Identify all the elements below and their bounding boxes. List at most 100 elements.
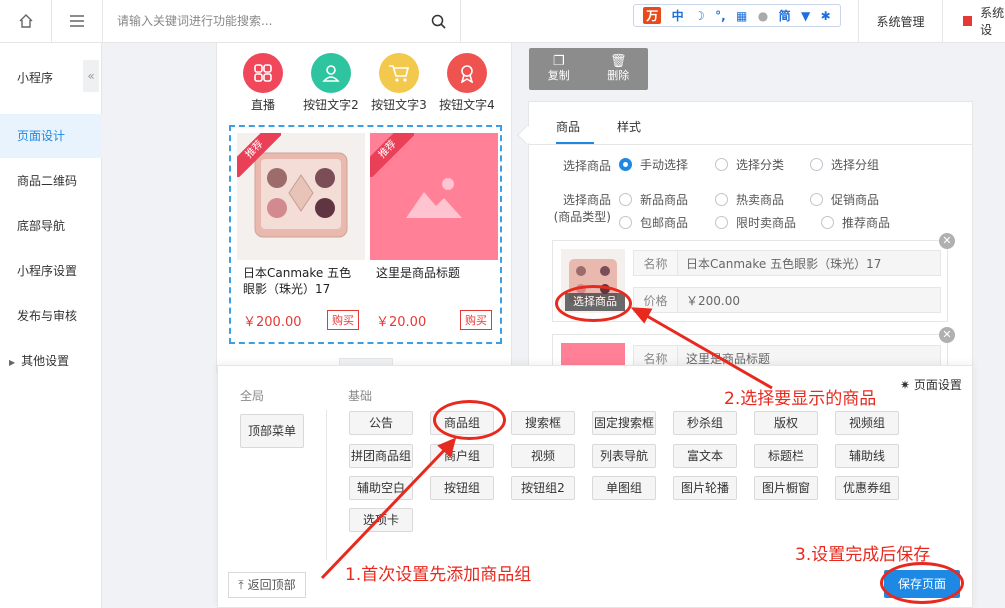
component-video[interactable]: 视频 bbox=[511, 444, 575, 468]
live-button-label: 直播 bbox=[250, 98, 275, 112]
back-to-top-label: 返回顶部 bbox=[247, 578, 296, 592]
goods-name-field[interactable]: 日本Canmake 五色眼影（珠光）17 bbox=[677, 250, 941, 276]
goods-price-field[interactable]: ￥200.00 bbox=[677, 287, 941, 313]
collapse-sidebar-button[interactable]: « bbox=[83, 60, 99, 92]
radio-free-shipping-goods[interactable]: 包邮商品 bbox=[619, 214, 688, 231]
radio-select-group[interactable]: 选择分组 bbox=[810, 156, 879, 173]
sidebar-item-page-design[interactable]: 页面设计 bbox=[0, 114, 102, 158]
hamburger-icon bbox=[70, 15, 84, 27]
component-notice[interactable]: 公告 bbox=[349, 411, 413, 435]
delete-button[interactable]: 🗑︎ 删除 bbox=[607, 55, 629, 83]
component-title-bar[interactable]: 标题栏 bbox=[754, 444, 818, 468]
system-settings-link[interactable]: 系统设 bbox=[943, 0, 1005, 42]
radio-limited-time-goods[interactable]: 限时卖商品 bbox=[715, 214, 796, 231]
recommend-badge: 推荐 bbox=[237, 133, 281, 177]
sidebar-item-miniapp-settings[interactable]: 小程序设置 bbox=[0, 249, 102, 293]
home-icon bbox=[19, 14, 32, 28]
button-text-2-label: 按钮文字2 bbox=[303, 98, 359, 112]
component-merchant-group[interactable]: 商户组 bbox=[430, 444, 494, 468]
component-image-carousel[interactable]: 图片轮播 bbox=[673, 476, 737, 500]
system-management-link[interactable]: 系统管理 bbox=[858, 0, 943, 42]
block-actions-toolbar: ❐ 复制 🗑︎ 删除 bbox=[529, 48, 648, 90]
component-search-box[interactable]: 搜索框 bbox=[511, 411, 575, 435]
cart-icon[interactable] bbox=[379, 53, 419, 93]
sidebar-item-bottom-nav[interactable]: 底部导航 bbox=[0, 204, 102, 248]
keyboard-icon[interactable]: ▦ bbox=[736, 9, 747, 23]
top-menu-button[interactable]: 顶部菜单 bbox=[240, 414, 304, 448]
copy-button[interactable]: ❐ 复制 bbox=[548, 55, 570, 83]
radio-manual-select[interactable]: 手动选择 bbox=[619, 156, 688, 173]
component-fixed-search[interactable]: 固定搜索框 bbox=[592, 411, 656, 435]
page-settings-button[interactable]: ✷ 页面设置 bbox=[900, 376, 962, 393]
moon-icon[interactable]: ☽ bbox=[694, 9, 705, 23]
home-button[interactable] bbox=[0, 0, 52, 42]
highlight-ring-save bbox=[880, 562, 964, 604]
component-rich-text[interactable]: 富文本 bbox=[673, 444, 737, 468]
gear-icon[interactable]: ✱ bbox=[821, 9, 831, 23]
radio-promo-goods[interactable]: 促销商品 bbox=[810, 191, 879, 208]
button-text-3-label: 按钮文字3 bbox=[371, 98, 427, 112]
buy-button[interactable]: 购买 bbox=[460, 310, 492, 330]
live-button-icon[interactable] bbox=[243, 53, 283, 93]
sidebar-item-product-qrcode[interactable]: 商品二维码 bbox=[0, 159, 102, 203]
component-image-showcase[interactable]: 图片橱窗 bbox=[754, 476, 818, 500]
double-chevron-left-icon: « bbox=[87, 69, 95, 83]
remove-goods-icon[interactable]: ✕ bbox=[939, 233, 955, 249]
ime-simplified-toggle[interactable]: 简 bbox=[779, 7, 791, 24]
component-spacer[interactable]: 辅助空白 bbox=[349, 476, 413, 500]
punctuation-icon[interactable]: °, bbox=[715, 9, 726, 23]
medal-icon[interactable] bbox=[447, 53, 487, 93]
component-coupon-group[interactable]: 优惠券组 bbox=[835, 476, 899, 500]
ime-chinese-toggle[interactable]: 中 bbox=[672, 7, 684, 24]
shirt-icon[interactable]: ▼ bbox=[801, 9, 810, 23]
highlight-ring-goods-group bbox=[433, 400, 506, 440]
section-divider bbox=[326, 410, 327, 560]
select-goods-label: 选择商品 bbox=[562, 159, 611, 173]
component-button-group-2[interactable]: 按钮组2 bbox=[511, 476, 575, 500]
component-group-buy[interactable]: 拼团商品组 bbox=[349, 444, 413, 468]
sidebar: 小程序 « 页面设计 商品二维码 底部导航 小程序设置 发布与审核 ▶ 其他设置 bbox=[0, 43, 102, 608]
name-field-label: 名称 bbox=[633, 250, 677, 276]
component-guide-line[interactable]: 辅助线 bbox=[835, 444, 899, 468]
phone-preview: 直播 按钮文字2 按钮文字3 按钮文字4 推荐 日本Canmake 五色眼影（珠… bbox=[216, 43, 512, 373]
remove-goods-icon[interactable]: ✕ bbox=[939, 327, 955, 343]
search-icon[interactable] bbox=[431, 14, 446, 29]
buy-button[interactable]: 购买 bbox=[327, 310, 359, 330]
button-text-4-label: 按钮文字4 bbox=[439, 98, 495, 112]
radio-recommended-goods[interactable]: 推荐商品 bbox=[821, 214, 890, 231]
radio-hot-goods[interactable]: 热卖商品 bbox=[715, 191, 784, 208]
person-icon[interactable] bbox=[311, 53, 351, 93]
search-bar bbox=[103, 0, 461, 42]
ime-logo-icon: 万 bbox=[643, 7, 662, 24]
tab-style[interactable]: 样式 bbox=[617, 118, 641, 135]
arrow-up-icon: ⤒ bbox=[238, 578, 244, 592]
goods-group-block[interactable]: 推荐 日本Canmake 五色眼影（珠光）17 ￥200.00 购买 推荐 这里… bbox=[229, 125, 502, 344]
radio-select-category[interactable]: 选择分类 bbox=[715, 156, 784, 173]
component-tabs[interactable]: 选项卡 bbox=[349, 508, 413, 532]
trash-icon: 🗑︎ bbox=[609, 54, 627, 69]
component-single-image[interactable]: 单图组 bbox=[592, 476, 656, 500]
tab-goods[interactable]: 商品 bbox=[556, 118, 580, 135]
component-button-group[interactable]: 按钮组 bbox=[430, 476, 494, 500]
user-icon[interactable]: ● bbox=[758, 9, 768, 23]
goods-type-sublabel: (商品类型) bbox=[553, 210, 611, 224]
mail-icon bbox=[963, 16, 973, 26]
goods-card[interactable]: 推荐 日本Canmake 五色眼影（珠光）17 ￥200.00 购买 bbox=[237, 133, 365, 333]
input-method-toolbar: 万 中 ☽ °, ▦ ● 简 ▼ ✱ bbox=[633, 4, 841, 27]
goods-type-label: 选择商品 bbox=[562, 193, 611, 207]
back-to-top-button[interactable]: ⤒ 返回顶部 bbox=[228, 572, 306, 598]
menu-toggle-button[interactable] bbox=[52, 0, 103, 42]
copy-icon: ❐ bbox=[552, 54, 565, 69]
system-settings-label: 系统设 bbox=[980, 6, 1005, 37]
search-input[interactable] bbox=[117, 14, 417, 28]
component-copyright[interactable]: 版权 bbox=[754, 411, 818, 435]
component-flash-sale[interactable]: 秒杀组 bbox=[673, 411, 737, 435]
component-video-group[interactable]: 视频组 bbox=[835, 411, 899, 435]
goods-card[interactable]: 推荐 这里是商品标题 ￥20.00 购买 bbox=[370, 133, 498, 333]
sidebar-item-publish-review[interactable]: 发布与审核 bbox=[0, 294, 102, 338]
sidebar-item-other-settings[interactable]: ▶ 其他设置 bbox=[0, 339, 102, 383]
annotation-step-2: 2.选择要显示的商品 bbox=[724, 389, 877, 409]
component-list-nav[interactable]: 列表导航 bbox=[592, 444, 656, 468]
goods-title: 这里是商品标题 bbox=[376, 266, 461, 280]
radio-new-goods[interactable]: 新品商品 bbox=[619, 191, 688, 208]
